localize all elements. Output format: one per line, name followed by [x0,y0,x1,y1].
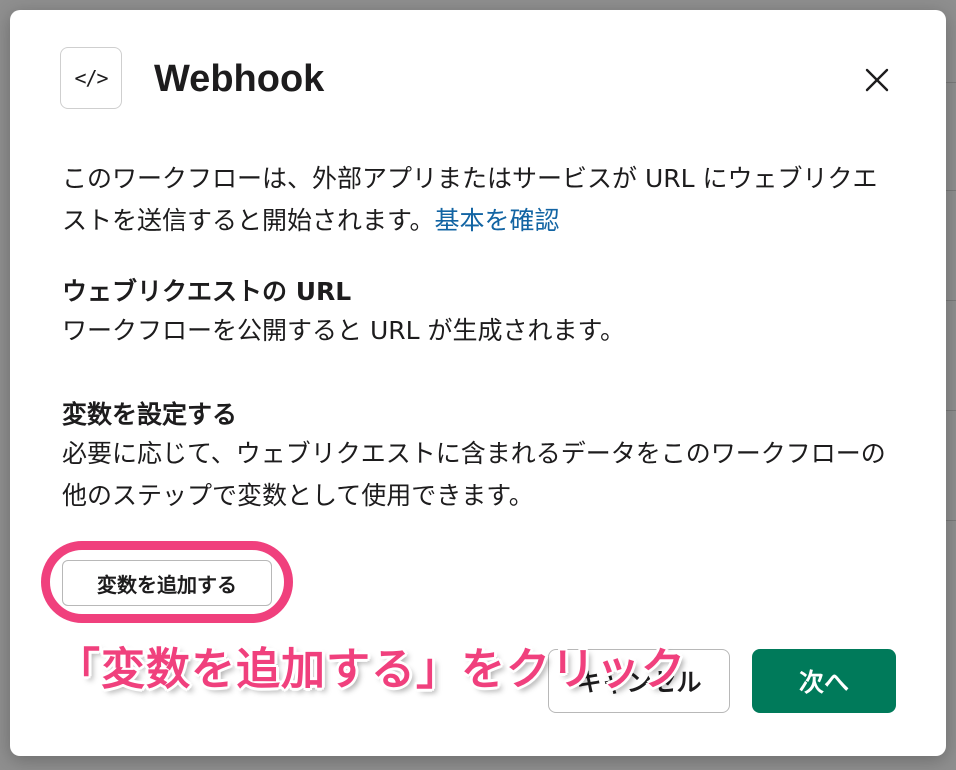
annotation-callout: 「変数を追加する」をクリック [56,644,686,695]
close-button[interactable] [859,62,895,98]
variables-section: 変数を設定する 必要に応じて、ウェブリクエストに含まれるデータをこのワークフロー… [62,397,892,517]
add-variable-button[interactable]: 変数を追加する [62,560,272,606]
section-body: 必要に応じて、ウェブリクエストに含まれるデータをこのワークフローの他のステップで… [62,439,886,510]
modal-description: このワークフローは、外部アプリまたはサービスが URL にウェブリクエストを送信… [62,158,892,242]
modal-title: Webhook [154,58,325,100]
webhook-url-section: ウェブリクエストの URL ワークフローを公開すると URL が生成されます。 [62,274,892,352]
section-heading: 変数を設定する [62,400,238,429]
code-icon: </> [60,47,122,109]
close-icon [865,68,889,92]
code-icon-glyph: </> [74,66,108,90]
section-heading: ウェブリクエストの URL [62,277,352,306]
webhook-modal: </> Webhook このワークフローは、外部アプリまたはサービスが URL … [10,10,946,756]
learn-more-link[interactable]: 基本を確認 [435,206,560,235]
next-button[interactable]: 次へ [752,649,896,713]
section-body: ワークフローを公開すると URL が生成されます。 [62,316,625,345]
